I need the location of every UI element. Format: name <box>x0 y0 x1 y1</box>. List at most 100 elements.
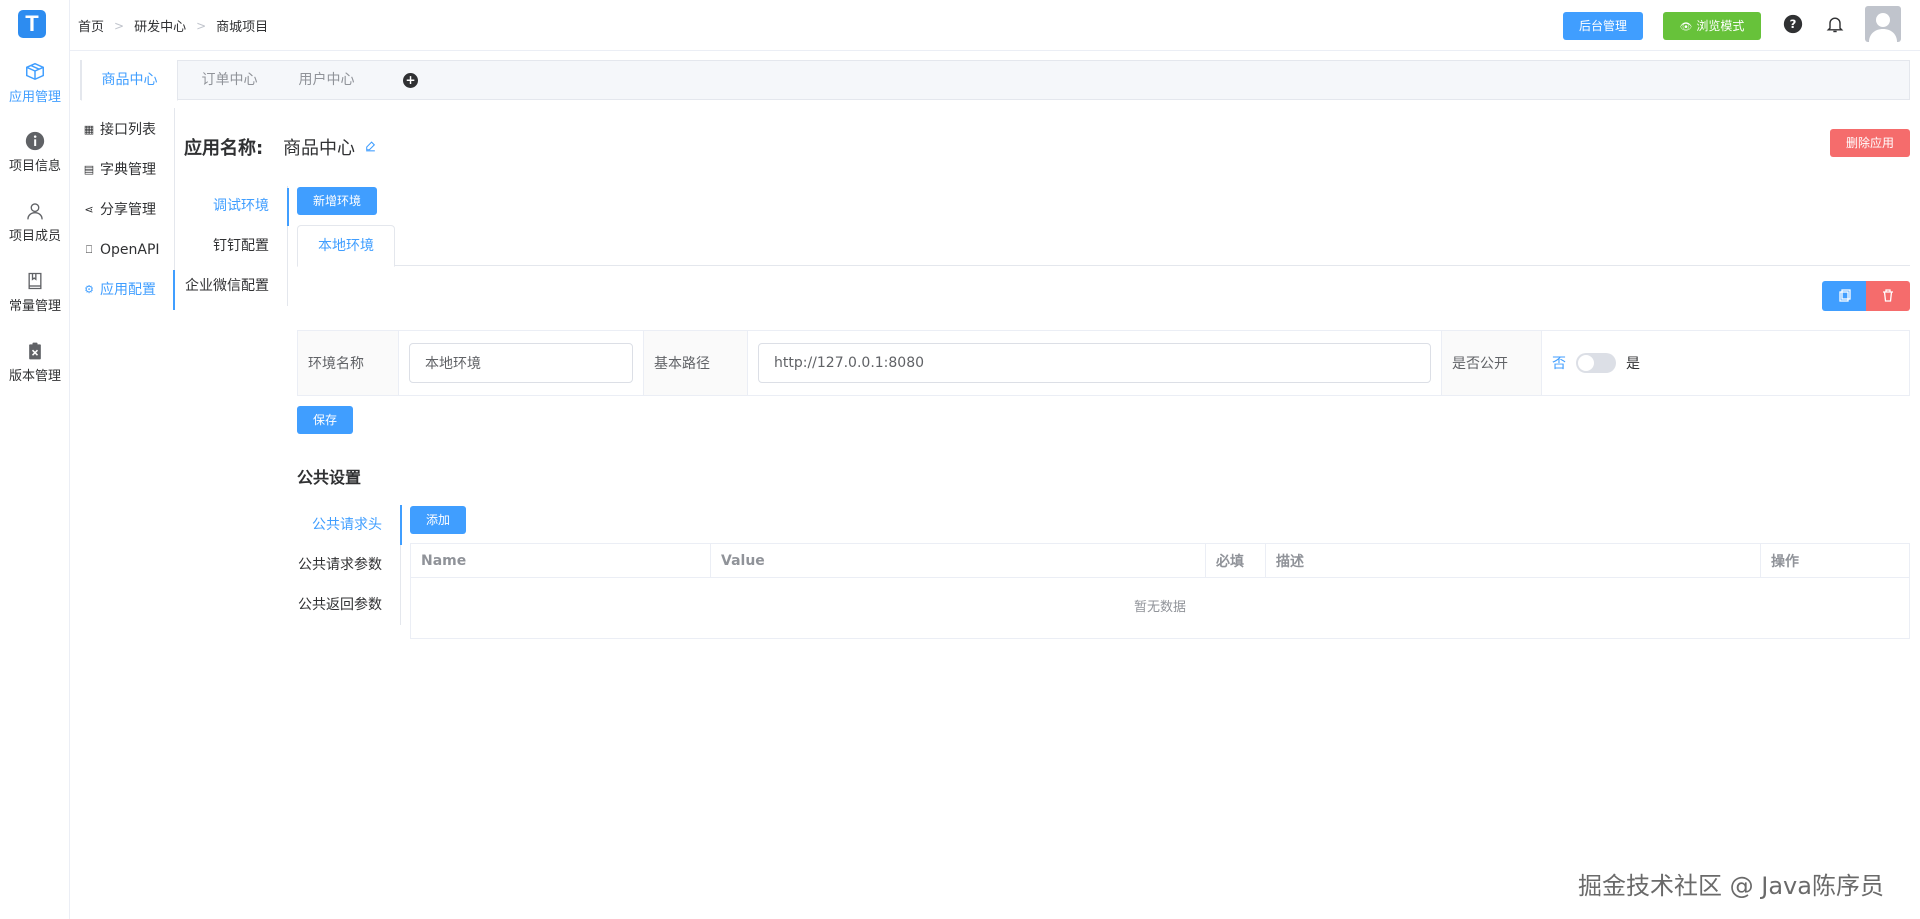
rail-item-app-management[interactable]: 应用管理 <box>0 60 70 105</box>
bell-icon[interactable] <box>1825 14 1845 34</box>
app-name-label: 应用名称: <box>184 138 264 159</box>
avatar[interactable] <box>1865 6 1901 42</box>
svg-text:?: ? <box>1790 17 1797 31</box>
watermark: 掘金技术社区 @ Java陈序员 <box>1578 872 1884 900</box>
config-nav: 调试环境 钉钉配置 企业微信配置 <box>175 186 289 306</box>
config-nav-dingtalk[interactable]: 钉钉配置 <box>213 226 269 266</box>
tab-product-center[interactable]: 商品中心 <box>81 60 178 101</box>
subnav-label: 字典管理 <box>100 162 156 178</box>
delete-app-button[interactable]: 删除应用 <box>1830 129 1910 157</box>
env-name-label: 环境名称 <box>298 331 399 395</box>
copy-env-button[interactable] <box>1822 281 1866 311</box>
config-nav-debug-env[interactable]: 调试环境 <box>213 186 269 226</box>
left-rail: T 应用管理 项目信息 项目成员 常量管理 版本管理 <box>0 0 70 919</box>
add-tab-icon[interactable]: + <box>403 73 418 88</box>
empty-state: 暂无数据 <box>1133 600 1186 615</box>
subnav-item-dictionary[interactable]: ▤ 字典管理 <box>80 150 175 190</box>
user-avatar-icon <box>1869 13 1897 42</box>
breadcrumb-item-home[interactable]: 首页 <box>78 16 104 35</box>
switch-yes-label[interactable]: 是 <box>1626 353 1640 373</box>
admin-button[interactable]: 后台管理 <box>1563 12 1643 40</box>
breadcrumb: 首页 > 研发中心 > 商城项目 <box>78 16 269 36</box>
app-tabs: 商品中心 订单中心 用户中心 + <box>80 60 1910 101</box>
chevron-right-icon: > <box>114 18 125 33</box>
subnav-label: 接口列表 <box>100 122 156 138</box>
subnav-item-app-config[interactable]: ⚙ 应用配置 <box>80 270 175 310</box>
save-button[interactable]: 保存 <box>297 406 353 434</box>
tab-order-center[interactable]: 订单中心 <box>181 60 278 101</box>
rail-item-versions[interactable]: 版本管理 <box>0 341 70 384</box>
subnav-item-share[interactable]: ⋖ 分享管理 <box>80 190 175 230</box>
rail-item-members[interactable]: 项目成员 <box>0 201 70 244</box>
config-nav-wecom[interactable]: 企业微信配置 <box>185 266 269 306</box>
gear-icon: ⚙ <box>84 283 94 296</box>
browse-mode-label: 浏览模式 <box>1696 19 1745 33</box>
base-path-cell: http://127.0.0.1:8080 <box>748 331 1442 395</box>
public-headers-table: Name Value 必填 描述 操作 暂无数据 <box>410 543 1910 639</box>
public-switch-cell: 否 是 <box>1542 331 1909 395</box>
tab-user-center[interactable]: 用户中心 <box>278 60 375 101</box>
add-env-button[interactable]: 新增环境 <box>297 187 377 215</box>
switch-no-label[interactable]: 否 <box>1552 353 1566 373</box>
public-settings-title: 公共设置 <box>297 468 362 487</box>
rail-label: 项目成员 <box>8 229 61 244</box>
tab-local-env[interactable]: 本地环境 <box>297 225 395 267</box>
switch-knob <box>1578 355 1594 371</box>
base-path-label: 基本路径 <box>644 331 748 395</box>
rail-item-constants[interactable]: 常量管理 <box>0 271 70 314</box>
bookmark-icon: ⎕ <box>85 243 93 256</box>
rail-label: 版本管理 <box>8 369 61 384</box>
copy-icon <box>1839 289 1851 302</box>
subnav-label: 分享管理 <box>100 202 156 218</box>
pubnav-request-headers[interactable]: 公共请求头 <box>312 505 382 545</box>
env-name-input[interactable]: 本地环境 <box>409 343 633 383</box>
book-icon <box>28 272 42 290</box>
subnav-label: 应用配置 <box>100 282 156 298</box>
pubnav-request-params[interactable]: 公共请求参数 <box>298 545 382 585</box>
eye-icon: 👁 <box>1679 22 1693 33</box>
env-name-cell: 本地环境 <box>399 331 644 395</box>
clipboard-icon <box>29 342 41 360</box>
subnav-item-openapi[interactable]: ⎕ OpenAPI <box>80 230 175 270</box>
rail-label: 应用管理 <box>8 90 61 105</box>
delete-env-button[interactable] <box>1866 281 1910 311</box>
edit-icon[interactable] <box>364 140 377 153</box>
add-header-button[interactable]: 添加 <box>410 506 466 534</box>
rail-label: 常量管理 <box>8 299 61 314</box>
base-path-input[interactable]: http://127.0.0.1:8080 <box>758 343 1431 383</box>
app-logo[interactable]: T <box>18 10 46 38</box>
breadcrumb-item-rd[interactable]: 研发中心 <box>134 16 186 35</box>
column-required: 必填 <box>1206 544 1266 577</box>
subnav-label: OpenAPI <box>100 242 160 258</box>
app-name-value: 商品中心 <box>283 138 355 159</box>
top-header: 首页 > 研发中心 > 商城项目 后台管理 👁 浏览模式 ? <box>70 0 1920 51</box>
active-indicator <box>287 188 289 226</box>
trash-icon <box>1883 289 1893 302</box>
help-icon[interactable]: ? <box>1783 14 1803 34</box>
env-tabs: 本地环境 <box>297 224 1910 267</box>
pubnav-response-params[interactable]: 公共返回参数 <box>298 585 382 625</box>
column-description: 描述 <box>1266 544 1761 577</box>
chevron-right-icon: > <box>196 18 207 33</box>
table-header: Name Value 必填 描述 操作 <box>411 544 1909 578</box>
info-icon <box>25 131 45 151</box>
user-icon <box>27 203 43 220</box>
box-icon <box>26 62 44 81</box>
browse-mode-button[interactable]: 👁 浏览模式 <box>1663 12 1761 40</box>
subnav-item-api-list[interactable]: ▦ 接口列表 <box>80 110 175 150</box>
env-form: 环境名称 本地环境 基本路径 http://127.0.0.1:8080 是否公… <box>297 330 1910 396</box>
column-value: Value <box>711 544 1206 577</box>
doc-icon: ▤ <box>83 163 95 176</box>
app-subnav: ▦ 接口列表 ▤ 字典管理 ⋖ 分享管理 ⎕ OpenAPI ⚙ 应用配置 <box>80 108 175 310</box>
public-switch[interactable] <box>1576 353 1616 373</box>
public-settings-nav: 公共请求头 公共请求参数 公共返回参数 <box>280 505 402 625</box>
share-icon: ⋖ <box>84 203 94 216</box>
column-name: Name <box>411 544 711 577</box>
rail-item-project-info[interactable]: 项目信息 <box>0 131 70 174</box>
active-indicator <box>400 505 402 545</box>
rail-label: 项目信息 <box>8 159 61 174</box>
public-label: 是否公开 <box>1442 331 1542 395</box>
breadcrumb-item-project: 商城项目 <box>216 20 269 35</box>
column-actions: 操作 <box>1771 553 1799 570</box>
grid-icon: ▦ <box>83 123 95 136</box>
